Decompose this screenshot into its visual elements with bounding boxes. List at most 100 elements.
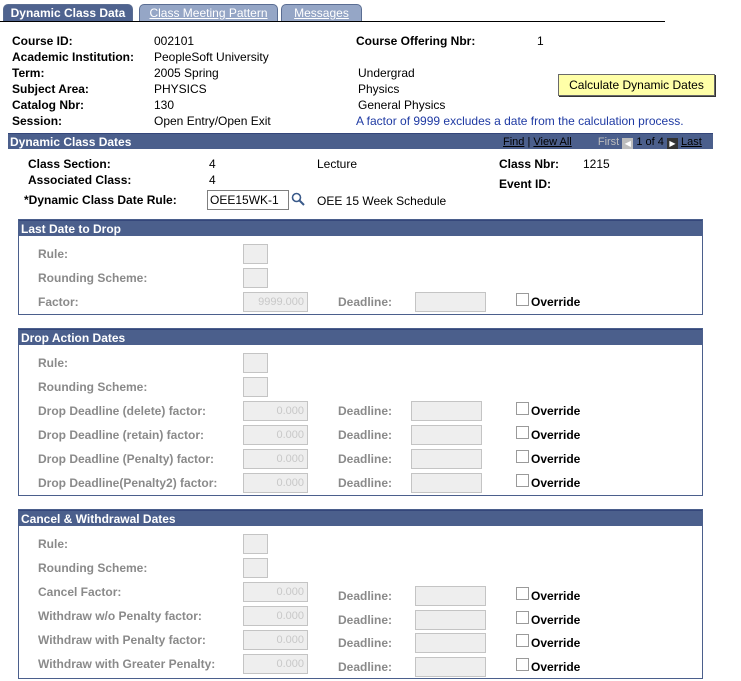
withdraw-no-penalty-deadline-field [415, 610, 486, 630]
event-id-label: Event ID: [499, 177, 552, 191]
withdraw-penalty-override-label: Override [531, 636, 581, 650]
drop-penalty2-factor-field: 0.000 [243, 473, 308, 493]
institution-value: PeopleSoft University [154, 50, 269, 64]
institution-label: Academic Institution: [12, 50, 135, 64]
withdraw-penalty-deadline-label: Deadline: [338, 636, 393, 650]
drop-delete-deadline-field [411, 401, 482, 421]
drop-retain-override-label: Override [531, 428, 581, 442]
date-rule-description: OEE 15 Week Schedule [317, 194, 447, 208]
drop-action-rounding-field [243, 377, 268, 397]
pager-text: 1 of 4 [636, 136, 664, 148]
tab-messages[interactable]: Messages [281, 4, 362, 22]
last-date-to-drop-title: Last Date to Drop [21, 222, 122, 236]
session-label: Session: [12, 114, 63, 128]
drop-action-rule-field [243, 353, 268, 373]
withdraw-penalty-field: 0.000 [243, 630, 308, 650]
drop-delete-override-label: Override [531, 404, 581, 418]
withdraw-no-penalty-field: 0.000 [243, 606, 308, 626]
class-nbr-value: 1215 [583, 157, 610, 171]
calculate-dynamic-dates-button[interactable]: Calculate Dynamic Dates [558, 74, 715, 96]
course-offering-label: Course Offering Nbr: [356, 34, 476, 48]
last-drop-rounding-label: Rounding Scheme: [38, 271, 148, 285]
drop-penalty-override-checkbox[interactable] [516, 450, 529, 463]
drop-retain-deadline-field [411, 425, 482, 445]
last-drop-override-label: Override [531, 295, 581, 309]
drop-action-dates-box: Drop Action Dates Rule: Rounding Scheme:… [18, 328, 703, 496]
withdraw-greater-penalty-override-checkbox[interactable] [516, 658, 529, 671]
cancel-override-checkbox[interactable] [516, 587, 529, 600]
drop-action-dates-title: Drop Action Dates [21, 331, 126, 345]
component-value: Lecture [317, 157, 358, 171]
grid-navigation: Find | View All First ◀ 1 of 4 ▶ Last [503, 136, 702, 149]
withdraw-greater-penalty-deadline-field [415, 657, 486, 677]
drop-penalty-deadline-field [411, 449, 482, 469]
last-drop-factor-label: Factor: [38, 295, 79, 309]
withdraw-penalty-label: Withdraw with Penalty factor: [38, 633, 206, 647]
drop-delete-factor-label: Drop Deadline (delete) factor: [38, 404, 207, 418]
tab-divider [0, 21, 665, 22]
withdraw-greater-penalty-deadline-label: Deadline: [338, 660, 393, 674]
cancel-rule-field [243, 534, 268, 554]
cancel-withdrawal-dates-header: Cancel & Withdrawal Dates [19, 510, 702, 526]
drop-action-dates-header: Drop Action Dates [19, 329, 702, 345]
subject-value: PHYSICS [154, 82, 207, 96]
view-all-link[interactable]: View All [533, 136, 571, 148]
drop-retain-override-checkbox[interactable] [516, 426, 529, 439]
tab-dynamic-class-data[interactable]: Dynamic Class Data [3, 4, 133, 22]
cancel-rule-label: Rule: [38, 537, 68, 551]
factor-note: A factor of 9999 excludes a date from th… [356, 114, 684, 128]
withdraw-no-penalty-deadline-label: Deadline: [338, 613, 393, 627]
last-date-to-drop-box: Last Date to Drop Rule: Rounding Scheme:… [18, 219, 703, 315]
course-offering-value: 1 [537, 34, 544, 48]
associated-class-value: 4 [209, 173, 216, 187]
dynamic-class-dates-title: Dynamic Class Dates [10, 135, 132, 149]
withdraw-greater-penalty-field: 0.000 [243, 654, 308, 674]
withdraw-no-penalty-override-label: Override [531, 613, 581, 627]
withdraw-penalty-override-checkbox[interactable] [516, 634, 529, 647]
last-drop-factor-field: 9999.000 [243, 292, 308, 312]
last-drop-rule-label: Rule: [38, 247, 68, 261]
tab-class-meeting-pattern[interactable]: Class Meeting Pattern [139, 4, 278, 22]
drop-penalty-deadline-label: Deadline: [338, 452, 393, 466]
find-link[interactable]: Find [503, 136, 524, 148]
withdraw-no-penalty-override-checkbox[interactable] [516, 611, 529, 624]
drop-penalty2-deadline-label: Deadline: [338, 476, 393, 490]
drop-delete-override-checkbox[interactable] [516, 402, 529, 415]
withdraw-no-penalty-label: Withdraw w/o Penalty factor: [38, 609, 202, 623]
catalog-description: General Physics [358, 98, 446, 112]
drop-penalty-factor-field: 0.000 [243, 449, 308, 469]
drop-action-rounding-label: Rounding Scheme: [38, 380, 148, 394]
last-link[interactable]: Last [681, 136, 702, 148]
lookup-icon[interactable] [291, 192, 305, 206]
last-drop-rule-field [243, 244, 268, 264]
drop-penalty2-override-checkbox[interactable] [516, 474, 529, 487]
last-drop-deadline-label: Deadline: [338, 295, 393, 309]
cancel-rounding-label: Rounding Scheme: [38, 561, 148, 575]
subject-label: Subject Area: [12, 82, 89, 96]
date-rule-input[interactable]: OEE15WK-1 [207, 190, 289, 210]
cancel-factor-label: Cancel Factor: [38, 585, 122, 599]
associated-class-label: Associated Class: [28, 173, 132, 187]
last-drop-deadline-field [415, 292, 486, 312]
next-arrow-icon[interactable]: ▶ [666, 138, 678, 149]
date-rule-label: *Dynamic Class Date Rule: [24, 193, 177, 207]
withdraw-greater-penalty-label: Withdraw with Greater Penalty: [38, 657, 216, 671]
first-link: First [597, 136, 620, 148]
career-value: Undergrad [358, 66, 415, 80]
catalog-value: 130 [154, 98, 175, 112]
cancel-factor-field: 0.000 [243, 582, 308, 602]
withdraw-penalty-deadline-field [415, 633, 486, 653]
catalog-label: Catalog Nbr: [12, 98, 84, 112]
previous-arrow-icon: ◀ [622, 138, 634, 149]
subject-description: Physics [358, 82, 400, 96]
course-id-label: Course ID: [12, 34, 73, 48]
cancel-withdrawal-dates-box: Cancel & Withdrawal Dates Rule: Rounding… [18, 509, 703, 679]
drop-delete-deadline-label: Deadline: [338, 404, 393, 418]
drop-retain-factor-field: 0.000 [243, 425, 308, 445]
class-section-value: 4 [209, 157, 216, 171]
cancel-withdrawal-dates-title: Cancel & Withdrawal Dates [21, 512, 176, 526]
last-drop-override-checkbox[interactable] [516, 293, 529, 306]
class-section-label: Class Section: [28, 157, 111, 171]
drop-penalty2-factor-label: Drop Deadline(Penalty2) factor: [38, 476, 218, 490]
last-drop-rounding-field [243, 268, 268, 288]
